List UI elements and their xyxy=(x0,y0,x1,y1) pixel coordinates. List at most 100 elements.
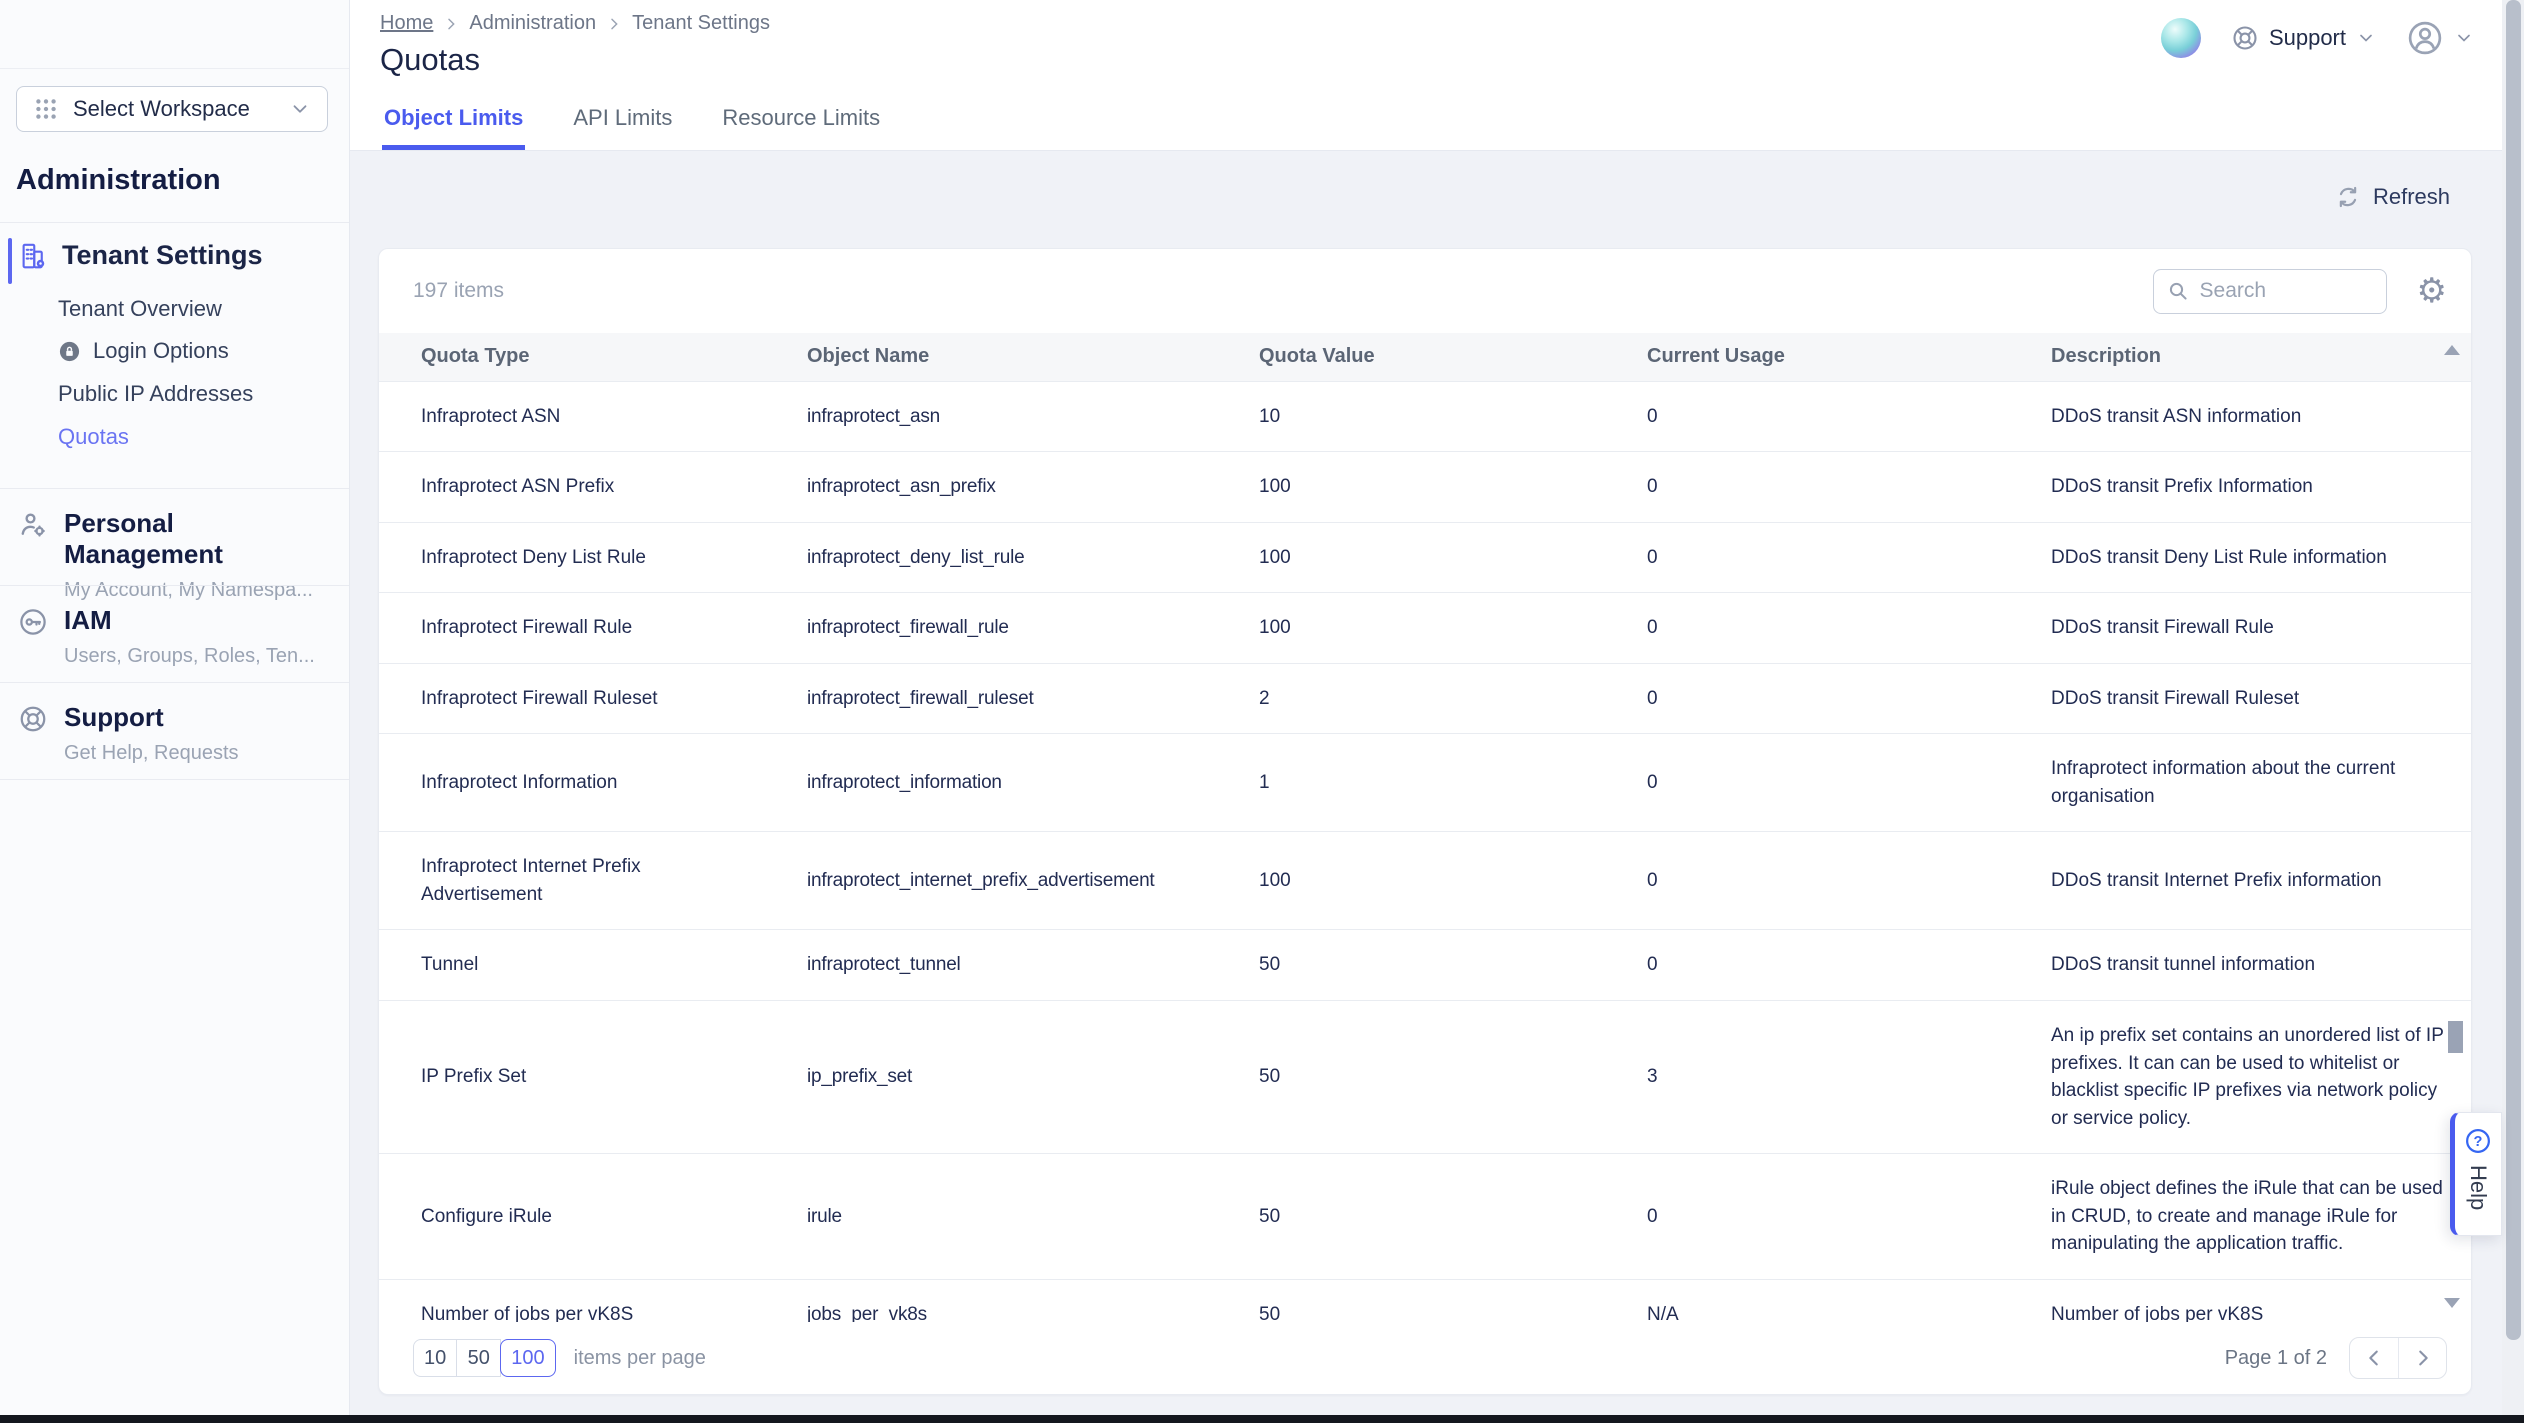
cell-current-usage: 0 xyxy=(1605,1154,2009,1280)
sub-item-label: Tenant Overview xyxy=(58,296,222,322)
svg-text:?: ? xyxy=(2474,1134,2483,1150)
gear-icon[interactable]: ⚙ xyxy=(2417,274,2447,308)
bottom-edge-bar xyxy=(0,1415,2524,1423)
next-page-button[interactable] xyxy=(2398,1338,2446,1378)
table-scroll-down-arrow[interactable] xyxy=(2444,1298,2460,1308)
table-body: Infraprotect ASNinfraprotect_asn100DDoS … xyxy=(379,381,2471,1322)
column-header-quota-value[interactable]: Quota Value xyxy=(1217,333,1605,381)
sidebar-item-personal-management[interactable]: Personal Management My Account, My Names… xyxy=(18,508,339,602)
main-content: Refresh 197 items ⚙ xyxy=(350,152,2502,1415)
cell-quota-value: 100 xyxy=(1217,832,1605,930)
sidebar-item-subtitle: Get Help, Requests xyxy=(64,742,239,765)
header-actions: Support xyxy=(2161,18,2474,58)
cell-current-usage: 0 xyxy=(1605,663,2009,734)
cell-current-usage: 3 xyxy=(1605,1000,2009,1153)
cell-object-name: infraprotect_information xyxy=(765,734,1217,832)
building-gear-icon xyxy=(18,241,48,271)
cell-object-name: infraprotect_deny_list_rule xyxy=(765,522,1217,593)
cell-description: DDoS transit Prefix Information xyxy=(2009,452,2471,523)
column-header-current-usage[interactable]: Current Usage xyxy=(1605,333,2009,381)
table-row: Infraprotect ASN Prefixinfraprotect_asn_… xyxy=(379,452,2471,523)
cell-current-usage: 0 xyxy=(1605,734,2009,832)
table-toolbar: 197 items ⚙ xyxy=(379,249,2471,333)
sidebar-item-login-options[interactable]: Login Options xyxy=(58,338,339,364)
workspace-selector[interactable]: Select Workspace xyxy=(16,86,328,132)
table-row: Tunnelinfraprotect_tunnel500DDoS transit… xyxy=(379,930,2471,1001)
page-size-100[interactable]: 100 xyxy=(500,1339,555,1377)
column-header-quota-type[interactable]: Quota Type xyxy=(379,333,765,381)
table-row: IP Prefix Setip_prefix_set503An ip prefi… xyxy=(379,1000,2471,1153)
breadcrumb-administration[interactable]: Administration xyxy=(469,12,596,35)
sidebar-item-label: Tenant Settings xyxy=(62,240,263,271)
table-row: Infraprotect Deny List Ruleinfraprotect_… xyxy=(379,522,2471,593)
table-row: Infraprotect Informationinfraprotect_inf… xyxy=(379,734,2471,832)
cell-description: DDoS transit tunnel information xyxy=(2009,930,2471,1001)
cell-quota-value: 50 xyxy=(1217,1154,1605,1280)
refresh-label: Refresh xyxy=(2373,184,2450,210)
cell-current-usage: 0 xyxy=(1605,452,2009,523)
tab-api-limits[interactable]: API Limits xyxy=(571,93,674,150)
support-menu[interactable]: Support xyxy=(2231,24,2376,52)
cell-object-name: infraprotect_asn xyxy=(765,381,1217,452)
sidebar-item-quotas[interactable]: Quotas xyxy=(58,424,339,450)
cell-quota-value: 50 xyxy=(1217,1000,1605,1153)
cell-description: iRule object defines the iRule that can … xyxy=(2009,1154,2471,1280)
breadcrumb-home[interactable]: Home xyxy=(380,12,433,35)
cell-quota-type: Number of jobs per vK8S xyxy=(379,1279,765,1322)
refresh-button[interactable]: Refresh xyxy=(2335,184,2450,210)
cell-description: DDoS transit Firewall Ruleset xyxy=(2009,663,2471,734)
chevron-down-icon xyxy=(289,98,311,120)
sidebar-item-iam[interactable]: IAM Users, Groups, Roles, Ten... xyxy=(18,605,339,668)
breadcrumb-tenant-settings[interactable]: Tenant Settings xyxy=(632,12,770,35)
cell-object-name: infraprotect_firewall_ruleset xyxy=(765,663,1217,734)
brand-logo xyxy=(2161,18,2201,58)
table-scroll-up-arrow[interactable] xyxy=(2444,345,2460,355)
prev-page-button[interactable] xyxy=(2350,1338,2398,1378)
sub-item-label: Login Options xyxy=(93,338,229,364)
help-tab[interactable]: ? Help xyxy=(2450,1112,2502,1236)
column-header-object-name[interactable]: Object Name xyxy=(765,333,1217,381)
quotas-table-card: 197 items ⚙ Quota Type xyxy=(378,248,2472,1395)
sidebar-item-support[interactable]: Support Get Help, Requests xyxy=(18,702,339,765)
tab-object-limits[interactable]: Object Limits xyxy=(382,93,525,150)
table-footer: 10 50 100 items per page Page 1 of 2 xyxy=(379,1322,2471,1394)
cell-object-name: infraprotect_firewall_rule xyxy=(765,593,1217,664)
cell-object-name: infraprotect_tunnel xyxy=(765,930,1217,1001)
quotas-table: Quota Type Object Name Quota Value Curre… xyxy=(379,333,2471,1322)
cell-quota-type: IP Prefix Set xyxy=(379,1000,765,1153)
sub-item-label: Quotas xyxy=(58,424,129,450)
window-scrollbar-thumb[interactable] xyxy=(2506,0,2521,1340)
cell-current-usage: 0 xyxy=(1605,522,2009,593)
search-box xyxy=(2153,269,2387,314)
chevron-right-icon xyxy=(443,16,459,32)
sidebar-item-label: Personal Management xyxy=(64,508,339,570)
cell-description: DDoS transit Deny List Rule information xyxy=(2009,522,2471,593)
active-nav-indicator xyxy=(8,238,12,284)
page-size-10[interactable]: 10 xyxy=(413,1339,457,1377)
cell-current-usage: 0 xyxy=(1605,381,2009,452)
divider xyxy=(0,585,349,586)
cell-description: Number of jobs per vK8S xyxy=(2009,1279,2471,1322)
table-scrollbar-thumb[interactable] xyxy=(2448,1021,2463,1053)
cell-quota-type: Infraprotect Internet Prefix Advertiseme… xyxy=(379,832,765,930)
search-input[interactable] xyxy=(2200,279,2350,303)
window-scrollbar[interactable] xyxy=(2502,0,2524,1415)
cell-quota-type: Infraprotect Firewall Ruleset xyxy=(379,663,765,734)
help-tab-label: Help xyxy=(2465,1165,2491,1210)
sidebar: Select Workspace Administration Tenant S… xyxy=(0,0,350,1415)
sidebar-item-public-ip-addresses[interactable]: Public IP Addresses xyxy=(58,381,339,407)
divider xyxy=(0,488,349,489)
user-menu[interactable] xyxy=(2406,19,2474,57)
cell-quota-value: 100 xyxy=(1217,452,1605,523)
sidebar-section-title: Administration xyxy=(16,164,221,197)
cell-quota-value: 100 xyxy=(1217,593,1605,664)
tab-resource-limits[interactable]: Resource Limits xyxy=(720,93,882,150)
support-label: Support xyxy=(2269,25,2346,51)
sidebar-item-tenant-overview[interactable]: Tenant Overview xyxy=(58,296,339,322)
cell-object-name: irule xyxy=(765,1154,1217,1280)
page-size-50[interactable]: 50 xyxy=(457,1339,501,1377)
cell-description: DDoS transit ASN information xyxy=(2009,381,2471,452)
breadcrumb: Home Administration Tenant Settings xyxy=(380,12,770,35)
sidebar-item-tenant-settings[interactable]: Tenant Settings xyxy=(18,240,339,271)
column-header-description[interactable]: Description xyxy=(2009,333,2471,381)
